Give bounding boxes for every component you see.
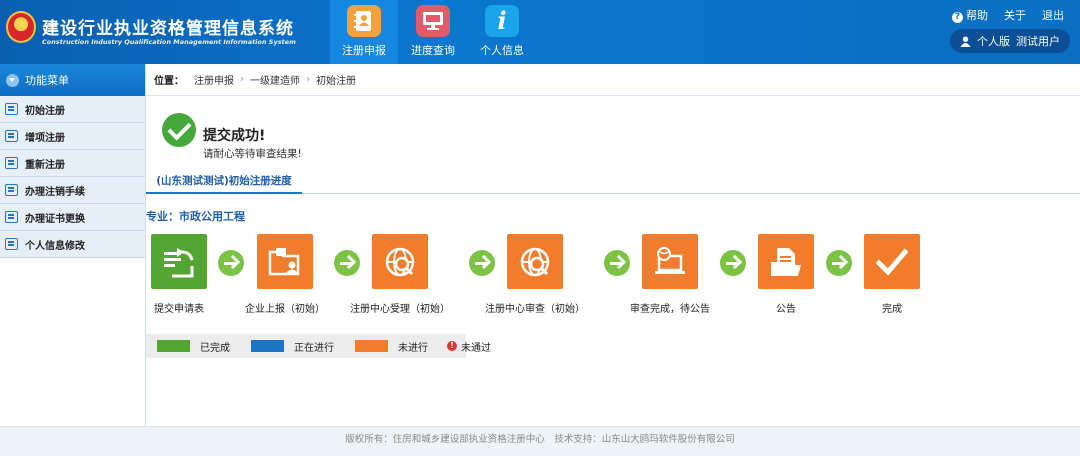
breadcrumb-item[interactable]: 一级建造师	[250, 72, 300, 87]
progress-step: 注册中心审查（初始）	[485, 234, 585, 315]
progress-step: 注册中心受理（初始）	[350, 234, 450, 315]
success-check-icon	[162, 113, 196, 147]
major-label: 专业：市政公用工程	[146, 210, 245, 223]
top-links: ? 帮助 关于 退出	[952, 7, 1064, 23]
system-subtitle: Construction Industry Qualification Mana…	[42, 38, 296, 46]
calendar-icon	[5, 238, 18, 250]
nav-progress-query[interactable]: 进度查询	[399, 0, 467, 64]
breadcrumb-item: 初始注册	[316, 76, 356, 87]
success-title: 提交成功!	[203, 128, 266, 144]
contacts-book-icon	[347, 5, 381, 37]
arrow-right-icon	[469, 250, 495, 276]
info-icon: i	[485, 5, 519, 37]
page-footer: 版权所有：住房和城乡建设部执业资格注册中心 技术支持：山东山大鸥玛软件股份有限公…	[0, 426, 1080, 456]
sidebar-title: 功能菜单	[25, 74, 69, 87]
step-label: 企业上报（初始）	[245, 304, 325, 315]
folder-user-icon	[257, 234, 313, 289]
app-header: 建设行业执业资格管理信息系统 Construction Industry Qua…	[0, 0, 1080, 64]
progress-step: 企业上报（初始）	[245, 234, 325, 315]
progress-step: 提交申请表	[151, 234, 207, 315]
chevron-down-icon	[6, 73, 19, 87]
sidebar-item-deregistration[interactable]: 办理注销手续	[0, 177, 145, 204]
nav-personal-info[interactable]: i 个人信息	[468, 0, 536, 64]
user-badge[interactable]: 个人版 测试用户	[950, 29, 1070, 53]
breadcrumb-separator-icon: ›	[240, 74, 244, 85]
list-icon	[5, 103, 18, 115]
legend-failed: ! 未通过	[447, 339, 491, 354]
monitor-icon	[416, 5, 450, 37]
breadcrumb: 位置： 注册申报 › 一级建造师 › 初始注册	[146, 64, 1080, 96]
breadcrumb-separator-icon: ›	[306, 74, 310, 85]
step-label: 注册中心审查（初始）	[485, 304, 585, 315]
breadcrumb-item[interactable]: 注册申报	[194, 72, 234, 87]
user-icon	[960, 36, 971, 47]
nav-personal-info-label: 个人信息	[480, 44, 524, 57]
sidebar-header[interactable]: 功能菜单	[0, 64, 145, 96]
calendar-icon	[5, 211, 18, 223]
step-label: 提交申请表	[154, 304, 204, 315]
sidebar-item-personal-info-edit[interactable]: 个人信息修改	[0, 231, 145, 258]
nav-registration[interactable]: 注册申报	[330, 0, 398, 64]
legend-swatch	[251, 340, 284, 352]
progress-step: 审查完成，待公告	[630, 234, 710, 315]
arrow-right-icon	[334, 250, 360, 276]
tab-registration-progress[interactable]: (山东测试测试)初始注册进度	[146, 172, 302, 194]
success-subtitle: 请耐心等待审查结果!	[203, 148, 302, 160]
globe-search-icon	[372, 234, 428, 289]
sidebar-item-initial-registration[interactable]: 初始注册	[0, 96, 145, 123]
breadcrumb-label: 位置：	[154, 76, 184, 87]
legend-swatch	[157, 340, 190, 352]
arrow-right-icon	[604, 250, 630, 276]
sidebar-item-certificate-replacement[interactable]: 办理证书更换	[0, 204, 145, 231]
step-label: 公告	[776, 304, 796, 315]
nav-registration-label: 注册申报	[342, 44, 386, 57]
edit-icon	[5, 157, 18, 169]
arrow-right-icon	[826, 250, 852, 276]
sidebar: 功能菜单 初始注册 增项注册 重新注册 办理注销手续 办理证书更换 个人信息修改	[0, 64, 146, 426]
help-link[interactable]: ? 帮助	[952, 7, 988, 23]
status-legend: 已完成 正在进行 未进行 ! 未通过	[146, 334, 491, 358]
arrow-right-icon	[720, 250, 746, 276]
national-emblem-icon	[6, 11, 36, 43]
nav-progress-query-label: 进度查询	[411, 44, 455, 57]
sidebar-item-re-registration[interactable]: 重新注册	[0, 150, 145, 177]
legend-in-progress: 正在进行	[251, 339, 334, 354]
alert-icon: !	[447, 341, 457, 351]
legend-completed: 已完成	[157, 339, 230, 354]
step-label: 完成	[882, 304, 902, 315]
laptop-globe-icon	[642, 234, 698, 289]
check-icon	[864, 234, 920, 289]
user-name: 测试用户	[1016, 35, 1060, 48]
progress-step: 公告	[758, 234, 814, 315]
legend-pending: 未进行	[355, 339, 428, 354]
logout-link[interactable]: 退出	[1042, 7, 1064, 23]
sidebar-item-additional-registration[interactable]: 增项注册	[0, 123, 145, 150]
step-label: 注册中心受理（初始）	[350, 304, 450, 315]
globe-search-icon	[507, 234, 563, 289]
system-title: 建设行业执业资格管理信息系统	[42, 19, 294, 39]
progress-step: 完成	[864, 234, 920, 315]
arrow-right-icon	[218, 250, 244, 276]
comment-icon	[5, 130, 18, 142]
legend-swatch	[355, 340, 388, 352]
step-label: 审查完成，待公告	[630, 304, 710, 315]
calendar-icon	[5, 184, 18, 196]
document-folder-icon	[758, 234, 814, 289]
user-edition: 个人版	[977, 35, 1010, 48]
progress-tab-bar: (山东测试测试)初始注册进度	[146, 172, 1080, 194]
about-link[interactable]: 关于	[1004, 7, 1026, 23]
submit-form-icon	[151, 234, 207, 289]
help-icon: ?	[952, 12, 963, 23]
